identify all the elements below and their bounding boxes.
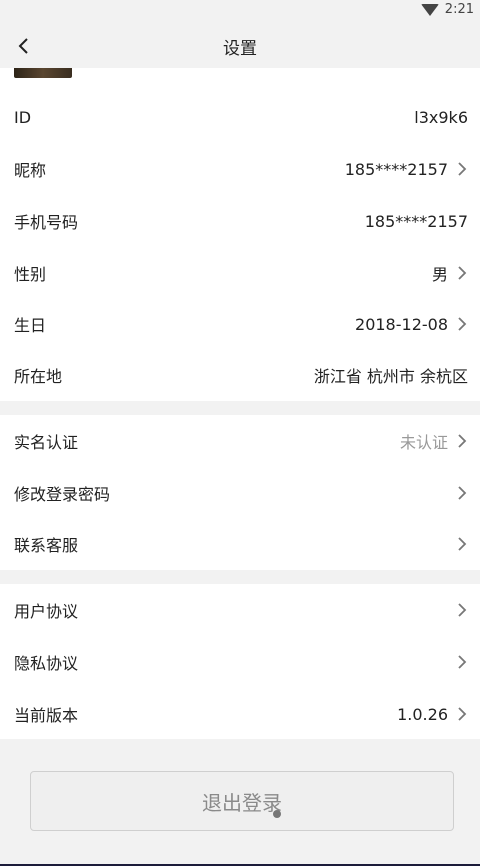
row-label: 性别 (14, 265, 47, 284)
row-label: 用户协议 (14, 602, 79, 621)
row-id: ID l3x9k6 (0, 91, 480, 143)
row-contact-service[interactable]: 联系客服 (0, 518, 480, 570)
row-real-name-auth[interactable]: 实名认证 未认证 (0, 415, 480, 467)
chevron-right-icon (458, 486, 467, 500)
status-bar: 2:21 (0, 0, 480, 24)
row-label: ID (14, 107, 32, 127)
row-location: 所在地 浙江省 杭州市 余杭区 (0, 349, 480, 401)
row-label: 修改登录密码 (14, 485, 111, 504)
row-phone: 手机号码 185****2157 (0, 195, 480, 247)
chevron-right-icon (458, 655, 467, 669)
row-user-agreement[interactable]: 用户协议 (0, 584, 480, 636)
row-version[interactable]: 当前版本 1.0.26 (0, 688, 480, 740)
row-value: 2018-12-08 (355, 314, 448, 334)
chevron-right-icon (458, 266, 467, 280)
status-indicators: 2:21 (420, 2, 474, 17)
chevron-right-icon (458, 317, 467, 331)
chevron-right-icon (458, 603, 467, 617)
chevron-right-icon (458, 162, 467, 176)
row-change-password[interactable]: 修改登录密码 (0, 467, 480, 519)
row-label: 手机号码 (14, 213, 79, 232)
chevron-right-icon (458, 537, 467, 551)
nav-bar: 设置 (0, 24, 480, 68)
chevron-right-icon (458, 707, 467, 721)
touch-indicator (273, 810, 281, 818)
row-value: 未认证 (399, 433, 448, 452)
row-label: 当前版本 (14, 706, 79, 725)
logout-button[interactable]: 退出登录 (30, 771, 454, 831)
row-privacy-policy[interactable]: 隐私协议 (0, 636, 480, 688)
row-nickname[interactable]: 昵称 185****2157 (0, 143, 480, 195)
row-label: 生日 (14, 316, 47, 335)
row-value: 1.0.26 (397, 704, 448, 724)
row-birthday[interactable]: 生日 2018-12-08 (0, 298, 480, 350)
chevron-right-icon (458, 434, 467, 448)
row-label: 联系客服 (14, 536, 79, 555)
row-value: l3x9k6 (414, 107, 468, 127)
row-label: 昵称 (14, 161, 47, 180)
row-value: 男 (431, 265, 448, 284)
row-label: 实名认证 (14, 433, 79, 452)
status-time: 2:21 (444, 2, 474, 17)
row-value: 185****2157 (344, 159, 448, 179)
row-value: 185****2157 (364, 211, 468, 231)
row-label: 所在地 (14, 367, 63, 386)
wifi-icon (420, 3, 439, 16)
row-value: 浙江省 杭州市 余杭区 (313, 367, 468, 386)
chevron-left-icon[interactable] (14, 36, 34, 56)
page-title: 设置 (223, 38, 257, 59)
row-label: 隐私协议 (14, 654, 79, 673)
avatar[interactable] (14, 68, 72, 78)
row-gender[interactable]: 性别 男 (0, 247, 480, 299)
